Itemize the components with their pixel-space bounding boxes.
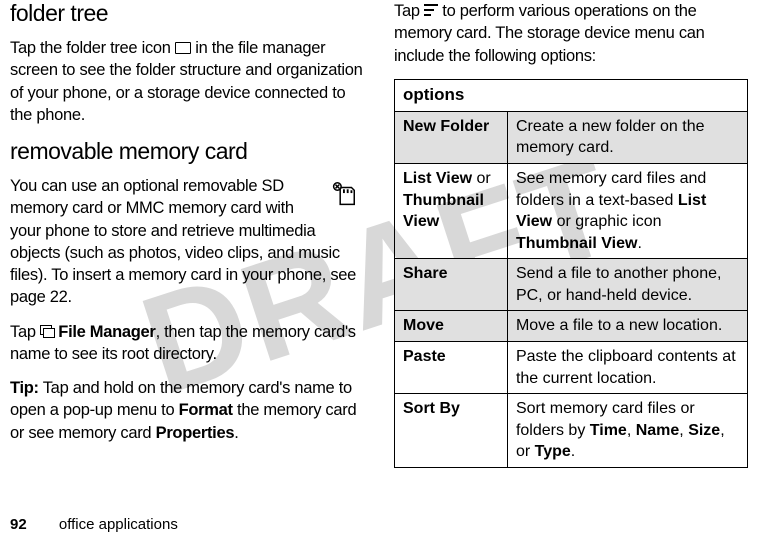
text: Tap the folder tree icon xyxy=(10,39,175,57)
left-column: folder tree Tap the folder tree icon in … xyxy=(10,0,364,468)
text: . xyxy=(637,235,641,252)
sd-card-icon xyxy=(328,179,358,215)
format-label: Format xyxy=(179,401,233,419)
tip-label: Tip: xyxy=(10,379,39,397)
para-menu-intro: Tap to perform various operations on the… xyxy=(394,0,748,67)
text: . xyxy=(234,424,238,442)
table-row: Move Move a file to a new location. xyxy=(395,311,748,342)
text: Tap xyxy=(10,323,40,341)
page-footer: 92 office applications xyxy=(10,516,178,533)
text: Time xyxy=(590,422,627,439)
option-label: Share xyxy=(395,259,508,311)
properties-label: Properties xyxy=(156,424,235,442)
option-desc: See memory card files and folders in a t… xyxy=(507,163,747,258)
text: Type xyxy=(535,443,571,460)
para-file-manager: Tap File Manager, then tap the memory ca… xyxy=(10,321,364,366)
option-label: List View or Thumbnail View xyxy=(395,163,508,258)
para-folder-tree: Tap the folder tree icon in the file man… xyxy=(10,37,364,126)
text: or graphic icon xyxy=(552,213,661,230)
app-icon xyxy=(40,325,54,337)
option-desc: Paste the clipboard contents at the curr… xyxy=(507,342,747,394)
page-number: 92 xyxy=(10,516,27,533)
text: to perform various operations on the mem… xyxy=(394,2,705,65)
table-header-row: options xyxy=(395,79,748,111)
heading-folder-tree: folder tree xyxy=(10,0,364,27)
option-label: Move xyxy=(395,311,508,342)
menu-icon xyxy=(424,4,438,16)
text: , xyxy=(627,422,636,439)
right-column: Tap to perform various operations on the… xyxy=(394,0,748,468)
options-table: options New Folder Create a new folder o… xyxy=(394,79,748,468)
table-row: Paste Paste the clipboard contents at th… xyxy=(395,342,748,394)
option-desc: Move a file to a new location. xyxy=(507,311,747,342)
section-title: office applications xyxy=(59,516,178,533)
option-desc: Send a file to another phone, PC, or han… xyxy=(507,259,747,311)
text: Thumbnail View xyxy=(516,235,638,252)
option-label: New Folder xyxy=(395,111,508,163)
text: , xyxy=(679,422,688,439)
text: Thumbnail View xyxy=(403,192,484,231)
option-desc: Create a new folder on the memory card. xyxy=(507,111,747,163)
page-content: folder tree Tap the folder tree icon in … xyxy=(0,0,758,468)
para-tip: Tip: Tap and hold on the memory card's n… xyxy=(10,377,364,444)
para-removable-memory: You can use an optional removable SD mem… xyxy=(10,175,364,309)
text: You can use an optional removable SD mem… xyxy=(10,177,356,306)
option-label: Paste xyxy=(395,342,508,394)
options-header: options xyxy=(395,79,748,111)
table-row: Share Send a file to another phone, PC, … xyxy=(395,259,748,311)
text: Size xyxy=(688,422,720,439)
option-label: Sort By xyxy=(395,394,508,468)
text: Name xyxy=(636,422,680,439)
table-row: List View or Thumbnail View See memory c… xyxy=(395,163,748,258)
file-manager-label: File Manager xyxy=(58,323,155,341)
table-row: New Folder Create a new folder on the me… xyxy=(395,111,748,163)
table-row: Sort By Sort memory card files or folder… xyxy=(395,394,748,468)
text: Tap xyxy=(394,2,424,20)
text: . xyxy=(571,443,575,460)
folder-icon xyxy=(175,39,191,57)
text: List View xyxy=(403,170,472,187)
heading-removable-memory: removable memory card xyxy=(10,138,364,165)
text: or xyxy=(472,170,491,187)
option-desc: Sort memory card files or folders by Tim… xyxy=(507,394,747,468)
